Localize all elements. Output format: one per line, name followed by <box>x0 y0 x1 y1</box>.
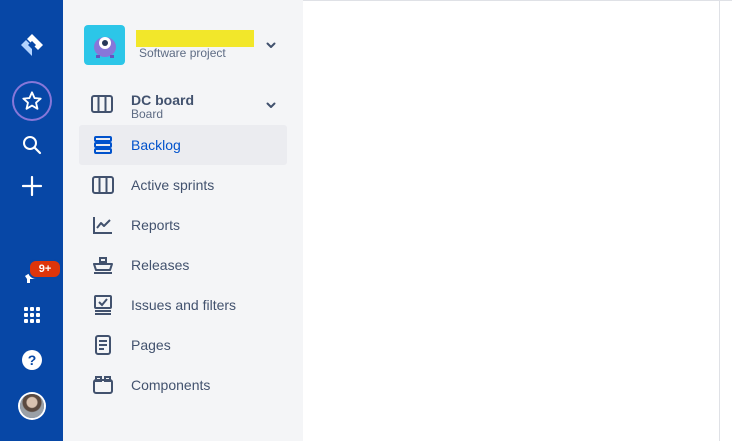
help-icon[interactable]: ? <box>0 348 63 372</box>
app-switcher-icon[interactable] <box>0 305 63 325</box>
notification-badge: 9+ <box>28 259 62 279</box>
backlog-icon <box>91 133 115 157</box>
monster-icon <box>93 37 116 58</box>
sidebar-item-label: Backlog <box>131 137 181 153</box>
jira-logo-icon[interactable] <box>0 30 63 60</box>
svg-text:?: ? <box>27 352 36 368</box>
board-title: DC board <box>131 92 194 108</box>
sidebar-item-issues-and-filters[interactable]: Issues and filters <box>79 285 287 325</box>
sidebar-item-label: Pages <box>131 337 171 353</box>
sidebar-item-label: Components <box>131 377 211 393</box>
starred-ring <box>12 81 52 121</box>
reports-icon <box>91 213 115 237</box>
project-sidebar: Software project DC board Board Backlog <box>63 0 303 441</box>
plus-icon[interactable] <box>0 175 63 197</box>
starred-button[interactable] <box>0 81 63 121</box>
project-name <box>136 30 254 47</box>
sidebar-item-releases[interactable]: Releases <box>79 245 287 285</box>
profile-button[interactable] <box>0 393 63 419</box>
sidebar-item-active-sprints[interactable]: Active sprints <box>79 165 287 205</box>
project-header[interactable]: Software project <box>84 25 284 67</box>
avatar <box>19 394 44 418</box>
sidebar-item-backlog[interactable]: Backlog <box>79 125 287 165</box>
global-navigation: 9+ ? <box>0 0 63 441</box>
main-content <box>303 0 732 441</box>
sidebar-item-label: Active sprints <box>131 177 215 193</box>
divider <box>719 0 720 441</box>
issues-icon <box>91 293 115 317</box>
pages-icon <box>91 333 115 357</box>
releases-icon <box>91 253 115 277</box>
board-switcher[interactable]: DC board Board <box>91 90 281 122</box>
board-icon <box>91 95 113 113</box>
sidebar-item-reports[interactable]: Reports <box>79 205 287 245</box>
sidebar-item-label: Reports <box>131 217 181 233</box>
active-sprints-icon <box>91 173 115 197</box>
components-icon <box>91 373 115 397</box>
project-avatar <box>84 25 125 65</box>
chevron-down-icon[interactable] <box>265 99 277 111</box>
chevron-down-icon[interactable] <box>265 39 277 51</box>
sidebar-item-pages[interactable]: Pages <box>79 325 287 365</box>
search-icon[interactable] <box>0 134 63 156</box>
board-subtitle: Board <box>131 107 164 121</box>
sidebar-item-label: Releases <box>131 257 190 273</box>
project-type: Software project <box>139 46 226 60</box>
divider <box>303 0 732 1</box>
sidebar-item-components[interactable]: Components <box>79 365 287 405</box>
sidebar-item-label: Issues and filters <box>131 297 237 313</box>
star-icon <box>21 91 42 110</box>
